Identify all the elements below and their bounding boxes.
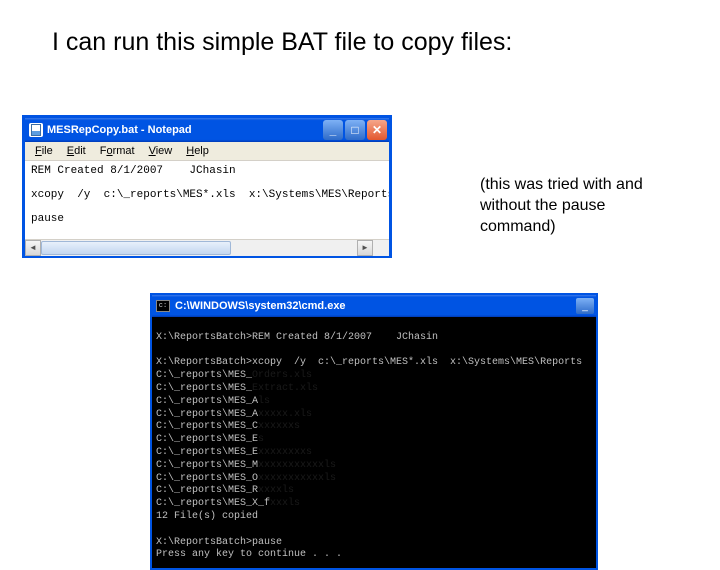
resize-grip[interactable] [373,240,389,256]
minimize-icon: _ [330,123,337,137]
menu-file[interactable]: File [29,144,59,158]
notepad-menubar: File Edit Format View Help [25,142,389,161]
cmd-title-text: C:\WINDOWS\system32\cmd.exe [175,300,575,312]
cmd-titlebar[interactable]: c: C:\WINDOWS\system32\cmd.exe _ [152,295,596,317]
close-icon: ✕ [372,123,382,137]
close-button[interactable]: ✕ [367,120,387,140]
notepad-app-icon [29,123,43,137]
menu-edit[interactable]: Edit [61,144,92,158]
notepad-text-area[interactable]: REM Created 8/1/2007 JChasin xcopy /y c:… [25,161,389,239]
slide-annotation: (this was tried with and without the pau… [480,175,680,237]
cmd-minimize-button[interactable]: _ [576,298,594,314]
minimize-icon: _ [582,301,588,312]
scroll-thumb[interactable] [41,241,231,255]
cmd-app-icon: c: [156,300,170,312]
menu-help[interactable]: Help [180,144,215,158]
minimize-button[interactable]: _ [323,120,343,140]
cmd-window: c: C:\WINDOWS\system32\cmd.exe _ X:\Repo… [150,293,598,570]
menu-view[interactable]: View [143,144,179,158]
notepad-titlebar[interactable]: MESRepCopy.bat - Notepad _ □ ✕ [25,118,389,142]
notepad-title-text: MESRepCopy.bat - Notepad [47,124,321,136]
scroll-left-icon[interactable]: ◄ [25,240,41,256]
cmd-output[interactable]: X:\ReportsBatch>REM Created 8/1/2007 JCh… [152,317,596,568]
scroll-track[interactable] [41,240,357,256]
scroll-right-icon[interactable]: ► [357,240,373,256]
horizontal-scrollbar[interactable]: ◄ ► [25,239,389,255]
slide-title: I can run this simple BAT file to copy f… [52,28,512,57]
maximize-button[interactable]: □ [345,120,365,140]
notepad-window: MESRepCopy.bat - Notepad _ □ ✕ File Edit… [22,115,392,258]
menu-format[interactable]: Format [94,144,141,158]
maximize-icon: □ [351,123,358,137]
